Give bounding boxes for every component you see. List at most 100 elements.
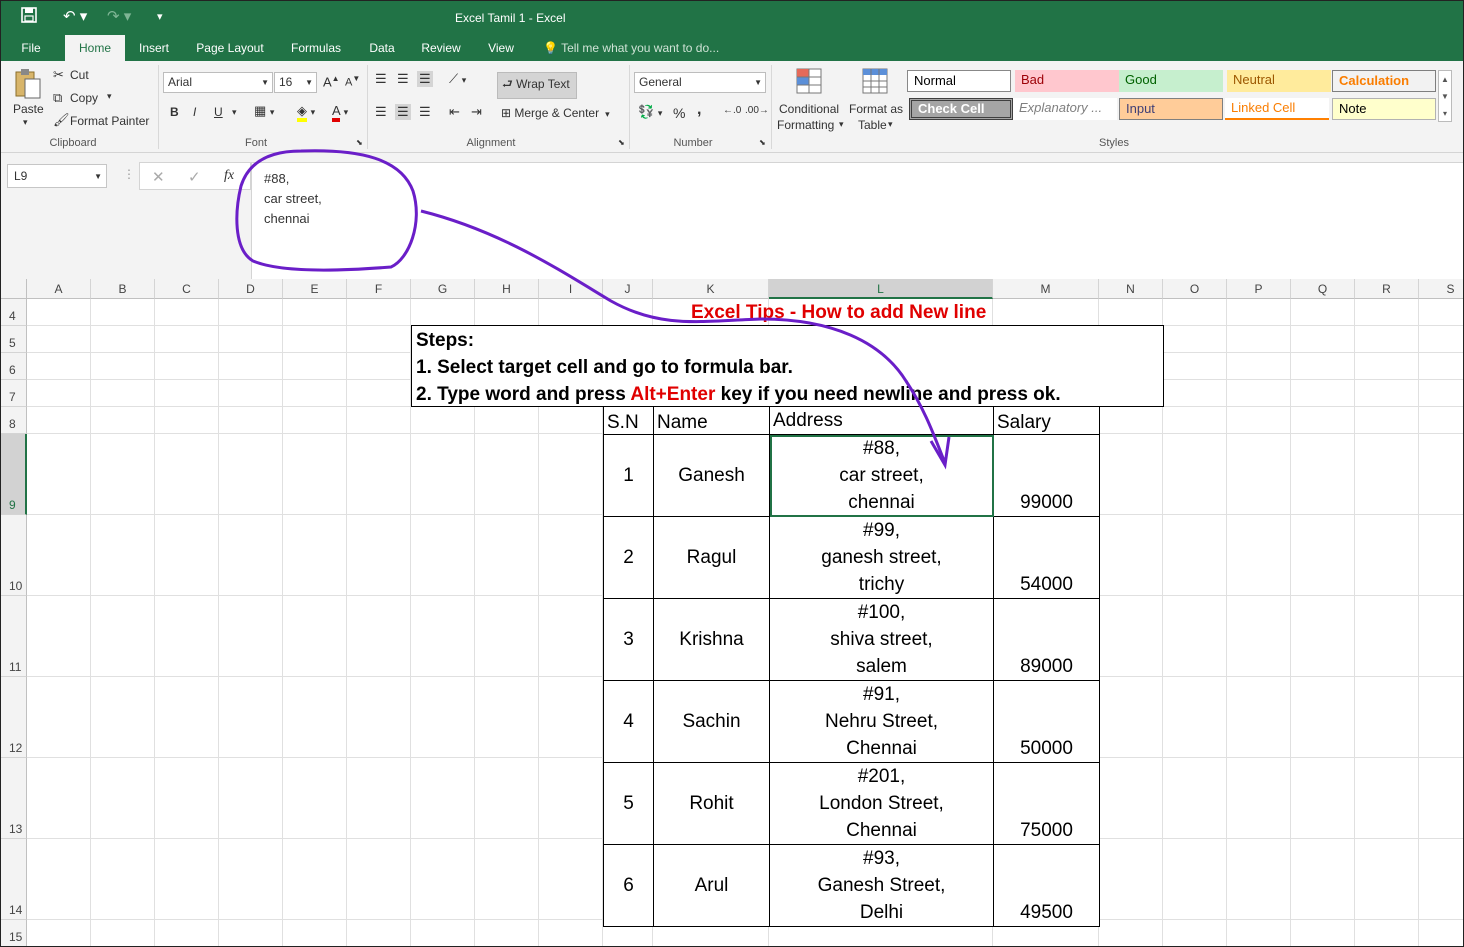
select-all-corner[interactable] [1,279,27,299]
merge-center-button[interactable]: ⊞ Merge & Center ▾ [501,106,610,120]
italic-button[interactable]: I [193,105,196,119]
copy-button[interactable]: Copy [70,91,98,105]
cell-salary[interactable]: 49500 [993,844,1100,927]
cut-button[interactable]: Cut [70,68,89,82]
column-header-g[interactable]: G [411,279,475,299]
tab-insert[interactable]: Insert [131,35,177,61]
column-header-l[interactable]: L [769,279,993,299]
top-align-icon[interactable]: ☰ [375,71,387,87]
row-header-6[interactable]: 6 [1,353,27,380]
format-as-table-button[interactable]: Format as [849,102,903,116]
column-header-b[interactable]: B [91,279,155,299]
cell-address-selected[interactable]: #88, car street, chennai [769,434,994,517]
chevron-down-icon[interactable]: ▾ [839,119,844,130]
dialog-launcher-icon[interactable]: ⬊ [356,138,363,147]
dialog-launcher-icon[interactable]: ⬊ [759,138,766,147]
decrease-indent-icon[interactable]: ⇤ [449,104,460,120]
worksheet-grid[interactable]: ABCDEFGHIJKLMNOPQRS 4 5 6 7 8 9 10 11 12 13 14 15 E… [1,279,1463,946]
cell-salary[interactable]: 54000 [993,516,1100,599]
column-header-a[interactable]: A [27,279,91,299]
middle-align-icon[interactable]: ☰ [397,71,409,87]
column-header-n[interactable]: N [1099,279,1163,299]
column-header-e[interactable]: E [283,279,347,299]
style-note[interactable]: Note [1332,98,1436,120]
formula-input[interactable]: #88, car street, chennai [251,162,1463,279]
row-header-4[interactable]: 4 [1,299,27,326]
copy-dropdown-icon[interactable]: ▾ [107,91,112,102]
column-header-p[interactable]: P [1227,279,1291,299]
row-header-5[interactable]: 5 [1,326,27,353]
cell-salary[interactable]: 99000 [993,434,1100,517]
cell-name[interactable]: Ragul [653,516,770,599]
cell-salary[interactable]: 50000 [993,680,1100,763]
align-left-icon[interactable]: ☰ [375,104,387,120]
conditional-formatting-label2[interactable]: Formatting [777,118,834,132]
format-as-table-icon[interactable] [861,67,891,100]
style-normal[interactable]: Normal [907,70,1011,92]
tab-home[interactable]: Home [65,35,125,61]
style-good[interactable]: Good [1119,70,1223,92]
header-sn[interactable]: S.N [603,406,654,435]
tell-me-search[interactable]: 💡 Tell me what you want to do... [543,35,719,61]
underline-dropdown-icon[interactable]: ▾ [232,107,237,118]
increase-decimal-icon[interactable]: ←.0 [723,105,741,116]
percent-style-button[interactable]: % [673,105,685,121]
tab-file[interactable]: File [11,35,51,61]
header-address[interactable]: Address [769,406,994,435]
tab-review[interactable]: Review [415,35,467,61]
column-header-c[interactable]: C [155,279,219,299]
scissors-icon[interactable]: ✂ [53,67,64,83]
header-name[interactable]: Name [653,406,770,435]
cancel-icon[interactable]: ✕ [152,168,165,186]
cell-sn[interactable]: 3 [603,598,654,681]
column-header-o[interactable]: O [1163,279,1227,299]
paste-dropdown-icon[interactable]: ▾ [23,117,28,128]
column-header-j[interactable]: J [603,279,653,299]
cell-sn[interactable]: 2 [603,516,654,599]
paste-icon[interactable] [13,67,43,104]
align-center-icon[interactable]: ☰ [395,104,411,120]
cell-sn[interactable]: 6 [603,844,654,927]
cell-address[interactable]: #100, shiva street, salem [769,598,994,681]
tab-view[interactable]: View [481,35,521,61]
header-salary[interactable]: Salary [993,406,1100,435]
style-calculation[interactable]: Calculation [1332,70,1436,92]
row-header-9[interactable]: 9 [1,434,27,515]
accounting-format-icon[interactable]: 💱 ▾ [638,104,662,120]
cell-name[interactable]: Rohit [653,762,770,845]
font-color-icon[interactable]: A ▾ [332,103,348,122]
cell-salary[interactable]: 89000 [993,598,1100,681]
cell-address[interactable]: #91, Nehru Street, Chennai [769,680,994,763]
column-header-r[interactable]: R [1355,279,1419,299]
cell-name[interactable]: Krishna [653,598,770,681]
style-bad[interactable]: Bad [1015,70,1119,92]
row-header-12[interactable]: 12 [1,677,27,758]
cell-address[interactable]: #201, London Street, Chennai [769,762,994,845]
increase-font-icon[interactable]: A▲ [323,74,340,89]
cell-address[interactable]: #99, ganesh street, trichy [769,516,994,599]
insert-function-icon[interactable]: fx [224,168,234,184]
cell-sn[interactable]: 4 [603,680,654,763]
underline-button[interactable]: U [214,105,223,119]
number-format-select[interactable]: General ▼ [634,72,766,93]
copy-icon[interactable]: ⧉ [53,90,62,106]
align-right-icon[interactable]: ☰ [419,104,431,120]
format-painter-button[interactable]: Format Painter [70,114,149,128]
cell-sn[interactable]: 1 [603,434,654,517]
tab-data[interactable]: Data [363,35,401,61]
cell-name[interactable]: Arul [653,844,770,927]
paste-button[interactable]: Paste [13,102,44,116]
font-size-select[interactable]: 16 ▼ [274,72,317,93]
conditional-formatting-button[interactable]: Conditional [779,102,839,116]
decrease-decimal-icon[interactable]: .00→ [745,105,769,116]
drag-handle-icon[interactable]: ⋮ [123,167,135,181]
row-header-13[interactable]: 13 [1,758,27,839]
format-painter-icon[interactable]: 🖌 [53,112,70,128]
steps-box[interactable]: Steps: 1. Select target cell and go to f… [411,325,1164,407]
wrap-text-button[interactable]: ⮐ Wrap Text [497,72,577,99]
cell-name[interactable]: Sachin [653,680,770,763]
row-header-10[interactable]: 10 [1,515,27,596]
style-input[interactable]: Input [1119,98,1223,120]
style-linked-cell[interactable]: Linked Cell [1225,98,1329,120]
cell-address[interactable]: #93, Ganesh Street, Delhi [769,844,994,927]
